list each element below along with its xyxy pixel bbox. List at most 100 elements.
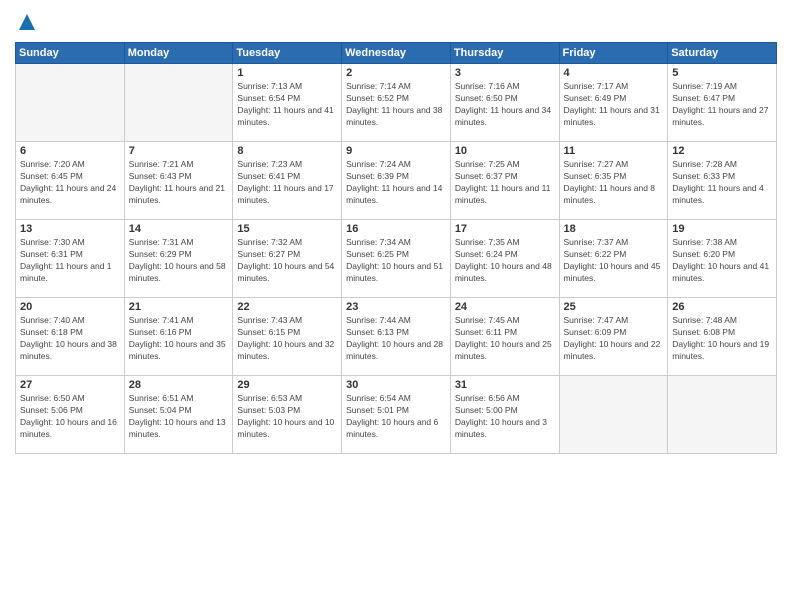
calendar-cell: 10 Sunrise: 7:25 AM Sunset: 6:37 PM Dayli… [450,142,559,220]
calendar-cell: 29 Sunrise: 6:53 AM Sunset: 5:03 PM Dayli… [233,376,342,454]
calendar-row: 20 Sunrise: 7:40 AM Sunset: 6:18 PM Dayli… [16,298,777,376]
calendar-cell: 5 Sunrise: 7:19 AM Sunset: 6:47 PM Daylig… [668,64,777,142]
calendar-cell: 12 Sunrise: 7:28 AM Sunset: 6:33 PM Dayli… [668,142,777,220]
day-number: 30 [346,379,446,391]
calendar-cell: 23Sunrise: 7:44 AM Sunset: 6:13 PM Dayli… [342,298,451,376]
calendar-cell: 28 Sunrise: 6:51 AM Sunset: 5:04 PM Dayli… [124,376,233,454]
day-number: 6 [20,145,120,157]
day-info: Sunrise: 7:21 AM Sunset: 6:43 PM Dayligh… [129,159,229,207]
day-number: 31 [455,379,555,391]
day-info: Sunrise: 7:34 AM Sunset: 6:25 PM Dayligh… [346,237,446,285]
day-info: Sunrise: 7:47 AM Sunset: 6:09 PM Dayligh… [564,315,664,363]
calendar-cell: 27 Sunrise: 6:50 AM Sunset: 5:06 PM Dayli… [16,376,125,454]
day-info: Sunrise: 7:38 AM Sunset: 6:20 PM Dayligh… [672,237,772,285]
day-number: 16 [346,223,446,235]
day-info: Sunrise: 7:37 AM Sunset: 6:22 PM Dayligh… [564,237,664,285]
day-number: 19 [672,223,772,235]
day-number: 11 [564,145,664,157]
day-number: 27 [20,379,120,391]
day-info: Sunrise: 7:13 AM Sunset: 6:54 PM Dayligh… [237,81,337,129]
day-number: 29 [237,379,337,391]
day-number: 20 [20,301,120,313]
day-number: 14 [129,223,229,235]
weekday-header-monday: Monday [124,43,233,64]
day-number: 21 [129,301,229,313]
calendar-row: 13 Sunrise: 7:30 AM Sunset: 6:31 PM Dayli… [16,220,777,298]
day-info: Sunrise: 7:48 AM Sunset: 6:08 PM Dayligh… [672,315,772,363]
weekday-header-row: SundayMondayTuesdayWednesdayThursdayFrid… [16,43,777,64]
calendar-cell: 30 Sunrise: 6:54 AM Sunset: 5:01 PM Dayli… [342,376,451,454]
day-info: Sunrise: 7:25 AM Sunset: 6:37 PM Dayligh… [455,159,555,207]
day-number: 18 [564,223,664,235]
calendar-cell: 21 Sunrise: 7:41 AM Sunset: 6:16 PM Dayli… [124,298,233,376]
calendar-cell [668,376,777,454]
calendar-cell: 17 Sunrise: 7:35 AM Sunset: 6:24 PM Dayli… [450,220,559,298]
day-info: Sunrise: 7:28 AM Sunset: 6:33 PM Dayligh… [672,159,772,207]
calendar-cell: 13 Sunrise: 7:30 AM Sunset: 6:31 PM Dayli… [16,220,125,298]
calendar-cell: 24Sunrise: 7:45 AM Sunset: 6:11 PM Dayli… [450,298,559,376]
calendar-cell: 26 Sunrise: 7:48 AM Sunset: 6:08 PM Dayli… [668,298,777,376]
day-info: Sunrise: 7:40 AM Sunset: 6:18 PM Dayligh… [20,315,120,363]
calendar-cell [16,64,125,142]
day-info: Sunrise: 7:41 AM Sunset: 6:16 PM Dayligh… [129,315,229,363]
weekday-header-sunday: Sunday [16,43,125,64]
weekday-header-wednesday: Wednesday [342,43,451,64]
calendar-cell: 6 Sunrise: 7:20 AM Sunset: 6:45 PM Daylig… [16,142,125,220]
calendar-cell: 4Sunrise: 7:17 AM Sunset: 6:49 PM Daylig… [559,64,668,142]
calendar-cell: 2 Sunrise: 7:14 AM Sunset: 6:52 PM Daylig… [342,64,451,142]
day-info: Sunrise: 7:16 AM Sunset: 6:50 PM Dayligh… [455,81,555,129]
calendar-cell: 16 Sunrise: 7:34 AM Sunset: 6:25 PM Dayli… [342,220,451,298]
day-number: 2 [346,67,446,79]
calendar-cell: 7 Sunrise: 7:21 AM Sunset: 6:43 PM Daylig… [124,142,233,220]
weekday-header-friday: Friday [559,43,668,64]
day-info: Sunrise: 6:54 AM Sunset: 5:01 PM Dayligh… [346,393,446,441]
day-info: Sunrise: 7:24 AM Sunset: 6:39 PM Dayligh… [346,159,446,207]
day-info: Sunrise: 7:19 AM Sunset: 6:47 PM Dayligh… [672,81,772,129]
day-number: 9 [346,145,446,157]
calendar-cell: 15Sunrise: 7:32 AM Sunset: 6:27 PM Dayli… [233,220,342,298]
day-info: Sunrise: 6:51 AM Sunset: 5:04 PM Dayligh… [129,393,229,441]
calendar-cell: 20 Sunrise: 7:40 AM Sunset: 6:18 PM Dayli… [16,298,125,376]
calendar-cell: 9 Sunrise: 7:24 AM Sunset: 6:39 PM Daylig… [342,142,451,220]
calendar-cell: 14 Sunrise: 7:31 AM Sunset: 6:29 PM Dayli… [124,220,233,298]
calendar-row: 6 Sunrise: 7:20 AM Sunset: 6:45 PM Daylig… [16,142,777,220]
calendar-row: 1 Sunrise: 7:13 AM Sunset: 6:54 PM Daylig… [16,64,777,142]
day-number: 22 [237,301,337,313]
day-info: Sunrise: 7:27 AM Sunset: 6:35 PM Dayligh… [564,159,664,207]
day-number: 10 [455,145,555,157]
calendar-cell: 11 Sunrise: 7:27 AM Sunset: 6:35 PM Dayli… [559,142,668,220]
weekday-header-thursday: Thursday [450,43,559,64]
weekday-header-saturday: Saturday [668,43,777,64]
weekday-header-tuesday: Tuesday [233,43,342,64]
day-number: 12 [672,145,772,157]
logo [15,10,37,34]
day-number: 15 [237,223,337,235]
calendar-table: SundayMondayTuesdayWednesdayThursdayFrid… [15,42,777,454]
day-info: Sunrise: 6:56 AM Sunset: 5:00 PM Dayligh… [455,393,555,441]
day-info: Sunrise: 7:14 AM Sunset: 6:52 PM Dayligh… [346,81,446,129]
day-info: Sunrise: 7:31 AM Sunset: 6:29 PM Dayligh… [129,237,229,285]
day-number: 5 [672,67,772,79]
day-number: 25 [564,301,664,313]
day-number: 1 [237,67,337,79]
logo-icon [17,10,37,34]
calendar-cell: 19 Sunrise: 7:38 AM Sunset: 6:20 PM Dayli… [668,220,777,298]
day-number: 17 [455,223,555,235]
day-number: 7 [129,145,229,157]
day-info: Sunrise: 7:23 AM Sunset: 6:41 PM Dayligh… [237,159,337,207]
day-info: Sunrise: 7:43 AM Sunset: 6:15 PM Dayligh… [237,315,337,363]
calendar-cell [559,376,668,454]
day-number: 28 [129,379,229,391]
calendar-cell: 1 Sunrise: 7:13 AM Sunset: 6:54 PM Daylig… [233,64,342,142]
day-number: 13 [20,223,120,235]
day-number: 23 [346,301,446,313]
day-info: Sunrise: 7:35 AM Sunset: 6:24 PM Dayligh… [455,237,555,285]
calendar-cell [124,64,233,142]
day-info: Sunrise: 7:30 AM Sunset: 6:31 PM Dayligh… [20,237,120,285]
day-number: 4 [564,67,664,79]
day-info: Sunrise: 6:50 AM Sunset: 5:06 PM Dayligh… [20,393,120,441]
day-info: Sunrise: 7:20 AM Sunset: 6:45 PM Dayligh… [20,159,120,207]
day-info: Sunrise: 6:53 AM Sunset: 5:03 PM Dayligh… [237,393,337,441]
day-number: 26 [672,301,772,313]
day-number: 8 [237,145,337,157]
